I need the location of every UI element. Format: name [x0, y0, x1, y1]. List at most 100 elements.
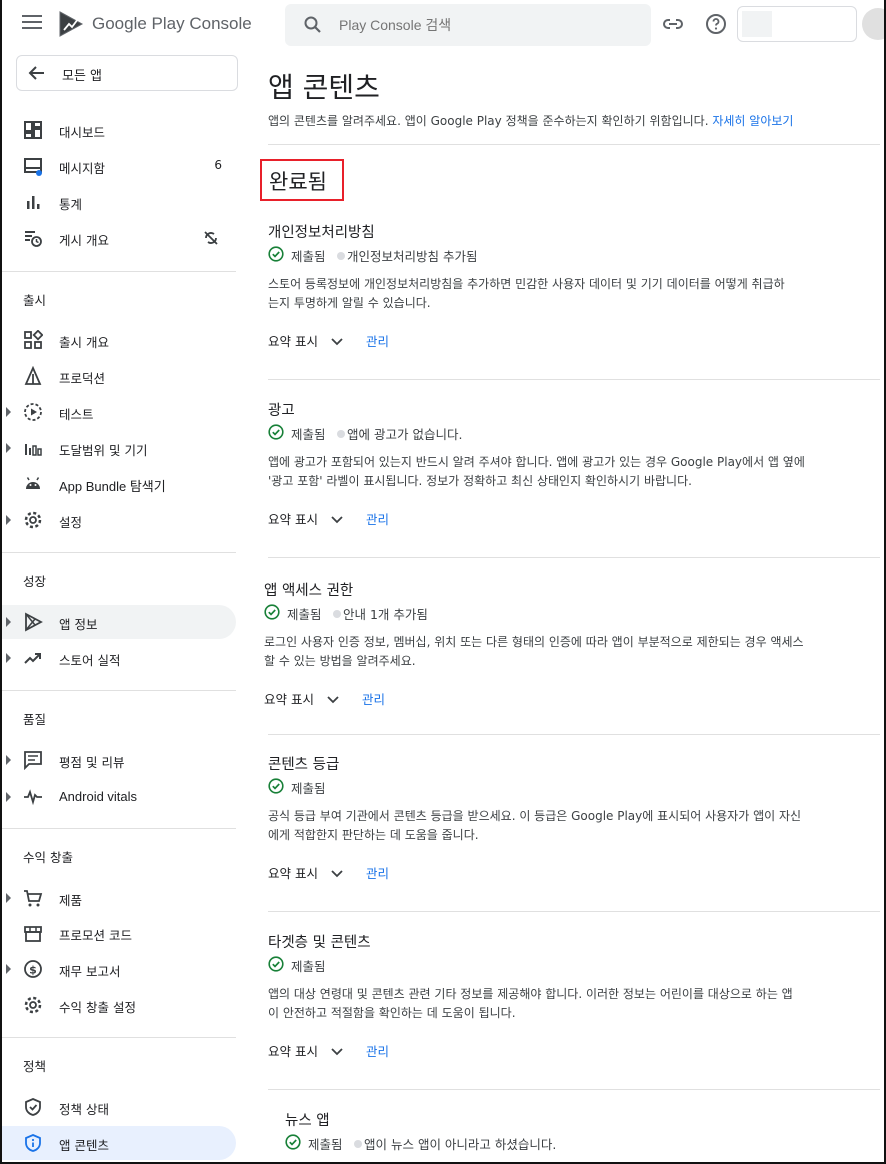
expand-caret-icon[interactable] — [6, 893, 11, 903]
separator-dot — [354, 1140, 362, 1148]
expand-caret-icon[interactable] — [6, 617, 11, 627]
sidebar: 모든 앱 대시보드 메시지함 6 통계 게시 개요 출시 출시 개요 프로덕션 … — [2, 50, 238, 1164]
sidebar-item-publishing-overview[interactable]: 게시 개요 — [2, 221, 236, 255]
sidebar-item-app-content[interactable]: 앱 콘텐츠 — [2, 1126, 236, 1160]
expand-caret-icon[interactable] — [6, 443, 11, 453]
dashboard-icon — [24, 121, 42, 139]
inbox-count-badge: 6 — [214, 158, 222, 172]
sidebar-item-label: 수익 창출 설정 — [59, 1000, 136, 1015]
inbox-icon — [24, 158, 42, 176]
card-description-line: 에게 적합한지 판단하는 데 도움을 줍니다. — [268, 828, 479, 842]
expand-caret-icon[interactable] — [6, 407, 11, 417]
sidebar-item-statistics[interactable]: 통계 — [2, 185, 236, 219]
show-summary-button[interactable]: 요약 표시 — [264, 689, 314, 708]
chevron-down-icon[interactable] — [330, 1044, 344, 1058]
sidebar-item-promo-codes[interactable]: 프로모션 코드 — [2, 916, 236, 950]
sidebar-item-production[interactable]: 프로덕션 — [2, 359, 236, 393]
completed-heading-text: 완료됨 — [269, 170, 327, 194]
sidebar-item-inbox[interactable]: 메시지함 6 — [2, 149, 236, 183]
sidebar-item-settings[interactable]: 설정 — [2, 503, 236, 537]
show-summary-button[interactable]: 요약 표시 — [268, 331, 318, 350]
content-card-content-rating: 콘텐츠 등급 제출됨 공식 등급 부여 기관에서 콘텐츠 등급을 받으세요. 이… — [268, 753, 878, 893]
card-description: 로그인 사용자 인증 정보, 멤버십, 위치 또는 다른 형태의 인증에 따라 … — [264, 633, 864, 671]
sidebar-item-reach-and-devices[interactable]: 도달범위 및 기기 — [2, 431, 236, 465]
sidebar-item-label: App Bundle 탐색기 — [59, 479, 166, 494]
vitals-pulse-icon — [24, 789, 42, 806]
manage-link[interactable]: 관리 — [366, 509, 389, 528]
manage-link[interactable]: 관리 — [366, 863, 389, 882]
link-icon[interactable] — [661, 12, 685, 36]
status-text: 제출됨 — [287, 607, 322, 622]
status-note: 개인정보처리방침 추가됨 — [347, 249, 478, 264]
sidebar-item-label: 설정 — [59, 515, 83, 530]
sidebar-item-app-bundle-explorer[interactable]: App Bundle 탐색기 — [2, 467, 236, 501]
sidebar-item-app-info[interactable]: 앱 정보 — [2, 605, 236, 639]
expand-caret-icon[interactable] — [6, 964, 11, 974]
chevron-down-icon[interactable] — [330, 334, 344, 348]
avatar[interactable] — [862, 8, 886, 40]
sidebar-item-policy-status[interactable]: 정책 상태 — [2, 1090, 236, 1124]
sidebar-item-monetization-settings[interactable]: 수익 창출 설정 — [2, 988, 236, 1022]
sidebar-item-label: 게시 개요 — [59, 233, 109, 248]
check-circle-icon — [268, 778, 284, 794]
sidebar-item-label: 프로덕션 — [59, 371, 106, 386]
menu-icon[interactable] — [22, 15, 42, 31]
search-input[interactable] — [339, 12, 629, 38]
sidebar-item-dashboard[interactable]: 대시보드 — [2, 113, 236, 147]
card-title: 콘텐츠 등급 — [268, 757, 340, 773]
content-card-privacy-policy: 개인정보처리방침 제출됨 개인정보처리방침 추가됨 스토어 등록정보에 개인정보… — [268, 221, 878, 361]
sync-disabled-icon — [204, 231, 218, 245]
show-summary-button[interactable]: 요약 표시 — [268, 509, 318, 528]
play-circle-icon — [24, 403, 42, 421]
status-text: 제출됨 — [291, 427, 326, 442]
arrow-back-icon — [28, 66, 44, 80]
content-card-target-audience: 타겟층 및 콘텐츠 제출됨 앱의 대상 연령대 및 콘텐츠 관련 기타 정보를 … — [268, 931, 878, 1071]
sidebar-item-products[interactable]: 제품 — [2, 881, 236, 915]
sidebar-item-label: 출시 개요 — [59, 335, 109, 350]
sidebar-item-android-vitals[interactable]: Android vitals — [2, 780, 236, 814]
show-summary-button[interactable]: 요약 표시 — [268, 1041, 318, 1060]
sidebar-item-store-performance[interactable]: 스토어 실적 — [2, 641, 236, 675]
check-circle-icon — [268, 956, 284, 972]
back-to-all-apps-button[interactable]: 모든 앱 — [16, 55, 238, 91]
search-bar[interactable] — [285, 4, 651, 46]
content-card-ads: 광고 제출됨 앱에 광고가 없습니다. 앱에 광고가 포함되어 있는지 반드시 … — [268, 399, 878, 539]
chevron-down-icon[interactable] — [330, 866, 344, 880]
separator-dot — [337, 252, 345, 260]
section-title-policy: 정책 — [23, 1059, 47, 1074]
sidebar-item-financial-reports[interactable]: $ 재무 보고서 — [2, 952, 236, 986]
card-description-line: 스토어 등록정보에 개인정보처리방침을 추가하면 민감한 사용자 데이터 및 기… — [268, 277, 785, 291]
sidebar-item-label: 제품 — [59, 893, 83, 908]
help-icon[interactable] — [704, 12, 728, 36]
manage-link[interactable]: 관리 — [362, 689, 385, 708]
expand-caret-icon[interactable] — [6, 653, 11, 663]
main-content: 앱 콘텐츠 앱의 콘텐츠를 알려주세요. 앱이 Google Play 정책을 … — [258, 50, 884, 1164]
expand-caret-icon[interactable] — [6, 515, 11, 525]
content-card-app-access: 앱 액세스 권한 제출됨 안내 1개 추가됨 로그인 사용자 인증 정보, 멤버… — [264, 579, 874, 719]
divider — [268, 557, 880, 558]
manage-link[interactable]: 관리 — [366, 1041, 389, 1060]
bar-chart-icon — [27, 196, 40, 209]
expand-caret-icon[interactable] — [6, 755, 11, 765]
sidebar-item-label: Android vitals — [59, 789, 138, 804]
apps-grid-icon — [24, 330, 43, 349]
sidebar-item-ratings-reviews[interactable]: 평점 및 리뷰 — [2, 743, 236, 777]
section-title-release: 출시 — [23, 293, 47, 308]
account-switcher[interactable] — [737, 6, 857, 42]
page-description: 앱의 콘텐츠를 알려주세요. 앱이 Google Play 정책을 준수하는지 … — [268, 112, 793, 129]
sidebar-item-label: 스토어 실적 — [59, 653, 121, 668]
show-summary-button[interactable]: 요약 표시 — [268, 863, 318, 882]
chevron-down-icon[interactable] — [326, 692, 340, 706]
card-description: 앱의 대상 연령대 및 콘텐츠 관련 기타 정보를 제공해야 합니다. 이러한 … — [268, 985, 868, 1023]
production-icon — [24, 366, 42, 385]
sidebar-item-release-overview[interactable]: 출시 개요 — [2, 323, 236, 357]
chevron-down-icon[interactable] — [330, 512, 344, 526]
card-description-line: 할 수 있는 방법을 알려주세요. — [264, 654, 416, 668]
card-description: 앱에 광고가 포함되어 있는지 반드시 알려 주셔야 합니다. 앱에 광고가 있… — [268, 453, 868, 491]
sidebar-item-testing[interactable]: 테스트 — [2, 395, 236, 429]
learn-more-link[interactable]: 자세히 알아보기 — [712, 114, 793, 128]
status-note: 안내 1개 추가됨 — [343, 607, 428, 622]
expand-caret-icon[interactable] — [6, 792, 11, 802]
manage-link[interactable]: 관리 — [366, 331, 389, 350]
schedule-list-icon — [25, 231, 42, 247]
